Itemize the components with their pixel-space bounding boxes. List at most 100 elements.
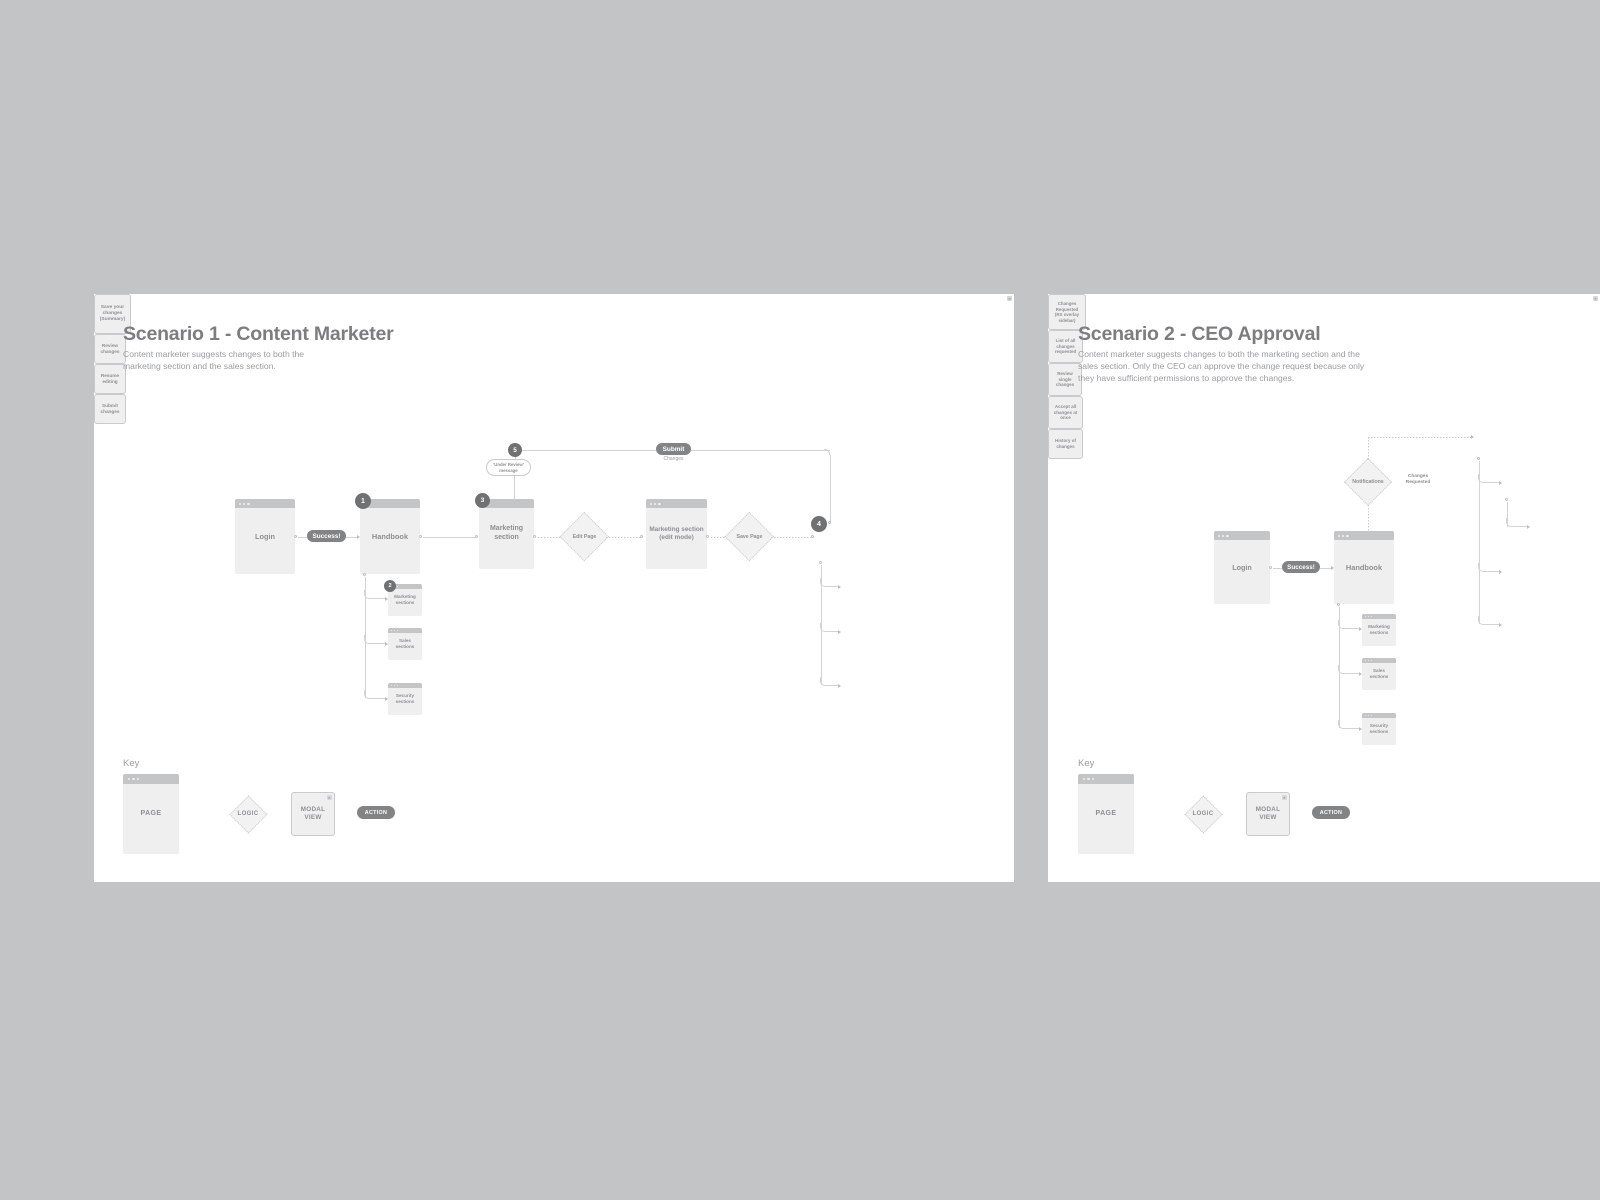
edge-handbook-marketing	[423, 536, 476, 538]
close-icon[interactable]: ×	[1007, 296, 1012, 301]
line-1: Security	[395, 693, 415, 699]
canvas: Scenario 1 - Content Marketer Content ma…	[0, 0, 1600, 1200]
window-dots-icon	[1218, 534, 1229, 537]
key-item-page: PAGE	[1078, 774, 1134, 854]
window-dots-icon	[1364, 659, 1373, 661]
modal-resume-editing[interactable]: Resume editing	[94, 364, 126, 394]
window-dots-icon	[390, 629, 399, 631]
key-logic-label: LOGIC	[237, 811, 259, 817]
elbow-connector	[364, 635, 386, 644]
line-4: sidebar)	[1058, 317, 1076, 323]
arrow-icon	[1359, 627, 1362, 631]
arrow-icon	[1499, 623, 1502, 627]
step-badge-2: 2	[384, 580, 396, 592]
line-1: Save your	[100, 304, 125, 310]
step-badge-3: 3	[475, 493, 490, 508]
line-1: Sales	[398, 638, 411, 644]
arrow-icon	[838, 585, 841, 589]
connector-dot	[811, 535, 814, 538]
line-2: (edit mode)	[659, 534, 694, 541]
line-1: List of all	[1055, 338, 1076, 344]
node-sales-sections[interactable]: Sales sections	[388, 628, 422, 660]
line-2: changes	[100, 349, 120, 354]
line-2: changes	[1056, 343, 1075, 349]
connector-dot	[1337, 603, 1340, 606]
logic-edit-page[interactable]: Edit Page	[560, 512, 609, 561]
elbow-connector	[820, 578, 839, 587]
node-security-sections[interactable]: Security sections	[388, 683, 422, 715]
step-badge-1: 1	[355, 493, 371, 509]
elbow-connector	[820, 623, 839, 632]
line-2: sections	[395, 600, 415, 605]
scenario-2-board: Scenario 2 - CEO Approval Content market…	[1048, 294, 1600, 882]
page-description: Content marketer suggests changes to bot…	[1078, 349, 1365, 384]
page-title: Scenario 2 - CEO Approval	[1078, 323, 1321, 345]
key-item-modal: × MODAL VIEW	[291, 792, 335, 836]
node-marketing-sections[interactable]: Marketing sections	[1362, 614, 1396, 646]
arrow-icon	[1359, 672, 1362, 676]
close-icon: ×	[327, 795, 332, 800]
connector-dot	[1269, 566, 1272, 569]
line-2: message	[499, 467, 518, 473]
node-handbook[interactable]: Handbook	[360, 499, 420, 574]
connector-dot	[294, 535, 297, 538]
action-success[interactable]: Success!	[307, 530, 346, 542]
node-label: Handbook	[1345, 562, 1383, 572]
node-label: Sales sections	[1367, 668, 1392, 679]
connector-dot	[475, 535, 478, 538]
window-dots-icon	[1338, 534, 1349, 537]
elbow-connector	[1338, 620, 1360, 629]
modal-label: Accept all changes at once	[1054, 404, 1078, 421]
window-dots-icon	[1364, 714, 1373, 716]
window-dots-icon	[128, 778, 140, 781]
line-2: Requested	[1405, 479, 1431, 485]
node-security-sections[interactable]: Security sections	[1362, 713, 1396, 745]
node-marketing-section[interactable]: Marketing section	[479, 499, 534, 569]
arrow-icon	[385, 597, 388, 601]
elbow-connector	[364, 690, 386, 699]
node-login[interactable]: Login	[1214, 531, 1270, 604]
window-dots-icon	[239, 502, 250, 505]
close-icon[interactable]: ×	[1593, 296, 1598, 301]
edge-label-changes-requested: Changes Requested	[1393, 474, 1443, 486]
action-submit[interactable]: Submit	[656, 443, 691, 455]
window-dots-icon	[650, 502, 661, 505]
node-handbook[interactable]: Handbook	[1334, 531, 1394, 604]
modal-label: Review changes	[100, 343, 119, 355]
line-2: VIEW	[1259, 814, 1277, 821]
step-badge-5: 5	[508, 443, 522, 457]
modal-review-single-changes[interactable]: Review single changes	[1048, 363, 1082, 396]
elbow-connector	[820, 677, 839, 686]
logic-save-page[interactable]: Save Page	[725, 512, 774, 561]
edge-notifications-handbook	[1368, 505, 1369, 531]
modal-history-of-changes[interactable]: History of changes	[1048, 429, 1083, 459]
node-under-review-message[interactable]: 'Under Review' message	[486, 459, 531, 476]
node-login[interactable]: Login	[235, 499, 295, 574]
scenario-1-board: Scenario 1 - Content Marketer Content ma…	[94, 294, 1014, 882]
line-1: Accept all	[1054, 404, 1077, 410]
action-success[interactable]: Success!	[1282, 561, 1320, 573]
connector-dot	[828, 521, 831, 524]
node-label: Marketing sections	[391, 594, 419, 605]
node-marketing-section-edit-mode[interactable]: Marketing section (edit mode)	[646, 499, 707, 569]
connector-dot	[1505, 498, 1508, 501]
edge-savepage-modal	[771, 536, 813, 538]
line-1: MODAL	[1255, 806, 1281, 814]
line-2: section	[494, 534, 519, 541]
elbow-connector	[1478, 616, 1500, 625]
modal-review-changes[interactable]: Review changes	[94, 334, 126, 364]
modal-accept-all-changes[interactable]: Accept all changes at once	[1048, 396, 1083, 429]
node-sales-sections[interactable]: Sales sections	[1362, 658, 1396, 690]
modal-submit-changes[interactable]: Submit changes	[94, 394, 126, 424]
line-2: sections	[395, 644, 415, 649]
line-1: Sales	[1372, 668, 1385, 674]
logic-notifications[interactable]: Notifications	[1343, 457, 1393, 507]
line-2: sections	[1369, 630, 1389, 635]
edge-edit-to-editmode	[606, 536, 641, 538]
line-3: once	[1060, 415, 1071, 421]
line-1: Submit	[102, 403, 118, 409]
line-3: (Summary)	[99, 317, 126, 323]
connector-dot	[419, 535, 422, 538]
arrow-icon	[1359, 727, 1362, 731]
line-2: changes	[100, 409, 120, 414]
